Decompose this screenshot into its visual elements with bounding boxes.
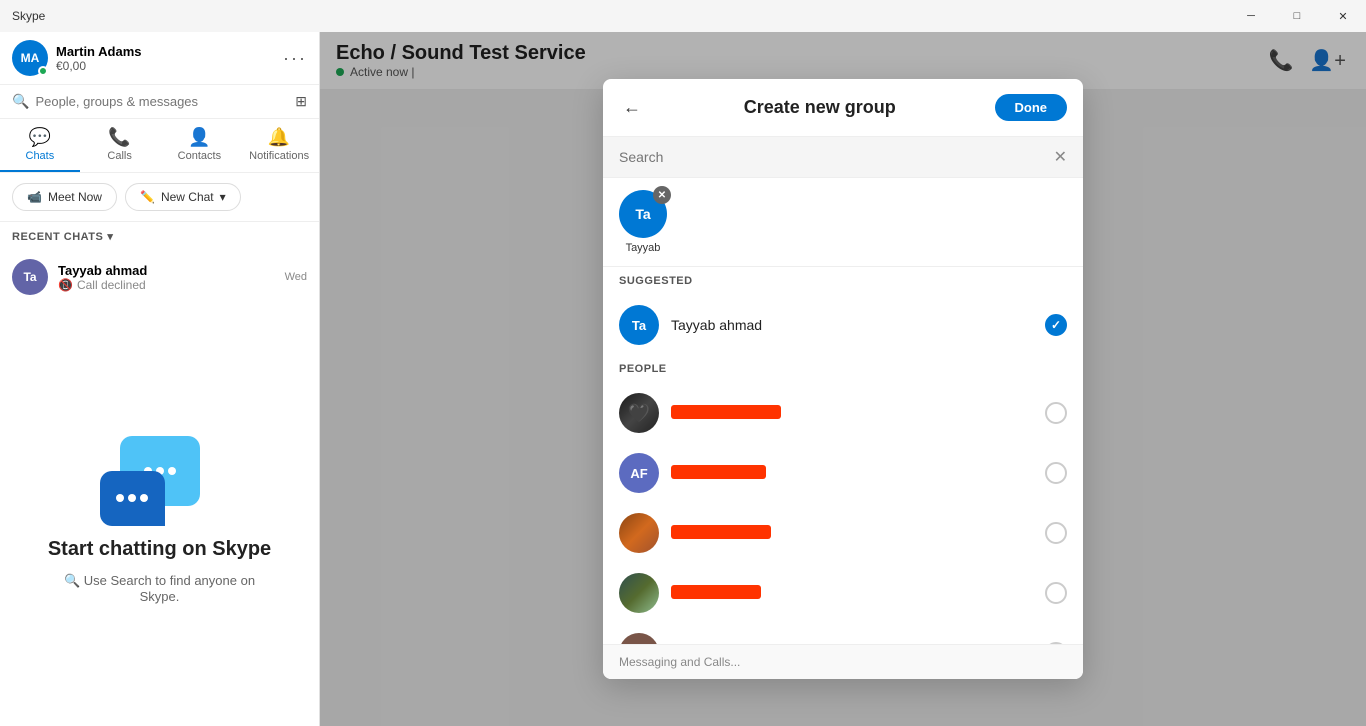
contact-item-5[interactable]: AA (603, 623, 1083, 644)
tab-notifications[interactable]: 🔔 Notifications (239, 119, 319, 172)
contact-name-1 (671, 405, 1033, 422)
chat-avatar: Ta (12, 259, 48, 295)
contact-avatar-1: 🖤 (619, 393, 659, 433)
tab-chats[interactable]: 💬 Chats (0, 119, 80, 172)
contact-avatar-5: AA (619, 633, 659, 644)
minimize-button[interactable]: ─ (1228, 0, 1274, 32)
search-bar: 🔍 ⊞ (0, 85, 319, 119)
suggested-section-header: SUGGESTED (603, 267, 1083, 295)
chevron-down-icon: ▾ (220, 190, 226, 204)
user-details: Martin Adams €0,00 (56, 44, 141, 73)
modal-bottom: Messaging and Calls... (603, 644, 1083, 679)
sidebar: MA Martin Adams €0,00 ··· 🔍 ⊞ 💬 Chats (0, 32, 320, 726)
chat-bubbles-illustration (100, 426, 220, 526)
create-group-modal: ← Create new group Done ✕ Ta ✕ Tayyab (603, 79, 1083, 679)
contact-name-2 (671, 465, 1033, 482)
chats-icon: 💬 (29, 127, 51, 148)
redacted-name-1 (671, 405, 781, 419)
bubble-front (100, 471, 165, 526)
contacts-icon: 👤 (188, 127, 210, 148)
tab-calls[interactable]: 📞 Calls (80, 119, 160, 172)
phone-icon: 📵 (58, 278, 73, 292)
edit-icon: ✏️ (140, 190, 155, 204)
redacted-name-3 (671, 525, 771, 539)
selected-contacts-area: Ta ✕ Tayyab (603, 178, 1083, 267)
contact-item-1[interactable]: 🖤 (603, 383, 1083, 443)
main-content: Echo / Sound Test Service Active now | 📞… (320, 32, 1366, 726)
user-name: Martin Adams (56, 44, 141, 59)
contact-checkbox-1[interactable] (1045, 402, 1067, 424)
search-clear-button[interactable]: ✕ (1054, 147, 1067, 167)
people-section-header: PEOPLE (603, 355, 1083, 383)
modal-search: ✕ (603, 137, 1083, 178)
contact-avatar-3 (619, 513, 659, 553)
contact-item-3[interactable] (603, 503, 1083, 563)
notifications-icon: 🔔 (268, 127, 290, 148)
done-button[interactable]: Done (995, 94, 1068, 121)
contact-avatar-4 (619, 573, 659, 613)
recent-chats-header: RECENT CHATS ▾ (0, 222, 319, 251)
back-button[interactable]: ← (619, 93, 645, 122)
chat-item-tayyab[interactable]: Ta Tayyab ahmad 📵 Call declined Wed (0, 251, 319, 303)
start-chat-description: 🔍 Use Search to find anyone on Skype. (60, 573, 260, 604)
selected-avatar: Ta ✕ (619, 190, 667, 238)
maximize-button[interactable]: □ (1274, 0, 1320, 32)
modal-title: Create new group (655, 97, 985, 118)
action-buttons: 📹 Meet Now ✏️ New Chat ▾ (0, 173, 319, 222)
search-icon: 🔍 (12, 93, 29, 110)
contact-name-3 (671, 525, 1033, 542)
window-controls: ─ □ ✕ (1228, 0, 1366, 32)
more-options-button[interactable]: ··· (283, 48, 307, 69)
selected-contact-name: Tayyab (626, 242, 661, 254)
calls-icon: 📞 (108, 127, 130, 148)
contact-avatar-2: AF (619, 453, 659, 493)
contact-checkbox-3[interactable] (1045, 522, 1067, 544)
contact-name-tayyab: Tayyab ahmad (671, 317, 1033, 333)
meet-now-icon: 📹 (27, 190, 42, 204)
tab-notifications-label: Notifications (249, 150, 309, 162)
contact-checkbox-4[interactable] (1045, 582, 1067, 604)
nav-tabs: 💬 Chats 📞 Calls 👤 Contacts 🔔 Notificatio… (0, 119, 319, 173)
checkmark-icon: ✓ (1051, 318, 1061, 332)
new-chat-button[interactable]: ✏️ New Chat ▾ (125, 183, 241, 211)
contact-checkbox-2[interactable] (1045, 462, 1067, 484)
start-chat-area: Start chatting on Skype 🔍 Use Search to … (0, 303, 319, 726)
user-info: MA Martin Adams €0,00 (12, 40, 141, 76)
contact-name-4 (671, 585, 1033, 602)
modal-header: ← Create new group Done (603, 79, 1083, 137)
tab-chats-label: Chats (26, 150, 55, 162)
chat-time: Wed (285, 271, 307, 283)
start-chat-title: Start chatting on Skype (48, 538, 271, 561)
chat-preview: 📵 Call declined (58, 278, 275, 292)
selected-contact-tayyab: Ta ✕ Tayyab (619, 190, 667, 254)
redacted-name-4 (671, 585, 761, 599)
redacted-name-2 (671, 465, 766, 479)
chevron-down-icon: ▾ (107, 230, 113, 243)
titlebar: Skype ─ □ ✕ (0, 0, 1366, 32)
online-status-dot (38, 66, 48, 76)
contact-item-2[interactable]: AF (603, 443, 1083, 503)
chat-info: Tayyab ahmad 📵 Call declined (58, 263, 275, 292)
contact-item-4[interactable] (603, 563, 1083, 623)
search-icon-small: 🔍 (64, 573, 80, 588)
chat-name: Tayyab ahmad (58, 263, 275, 278)
meet-now-button[interactable]: 📹 Meet Now (12, 183, 117, 211)
remove-contact-button[interactable]: ✕ (653, 186, 671, 204)
tab-contacts-label: Contacts (178, 150, 221, 162)
close-button[interactable]: ✕ (1320, 0, 1366, 32)
sidebar-header: MA Martin Adams €0,00 ··· (0, 32, 319, 85)
contacts-list: SUGGESTED Ta Tayyab ahmad ✓ PEOPLE 🖤 (603, 267, 1083, 644)
contact-avatar-tayyab: Ta (619, 305, 659, 345)
tab-contacts[interactable]: 👤 Contacts (160, 119, 240, 172)
app-container: MA Martin Adams €0,00 ··· 🔍 ⊞ 💬 Chats (0, 32, 1366, 726)
user-balance: €0,00 (56, 59, 141, 73)
search-input[interactable] (35, 94, 289, 109)
modal-search-input[interactable] (619, 149, 1046, 165)
tab-calls-label: Calls (107, 150, 131, 162)
avatar[interactable]: MA (12, 40, 48, 76)
app-title: Skype (12, 9, 45, 23)
grid-button[interactable]: ⊞ (295, 93, 307, 110)
contact-checkbox-tayyab[interactable]: ✓ (1045, 314, 1067, 336)
contact-item-tayyab[interactable]: Ta Tayyab ahmad ✓ (603, 295, 1083, 355)
